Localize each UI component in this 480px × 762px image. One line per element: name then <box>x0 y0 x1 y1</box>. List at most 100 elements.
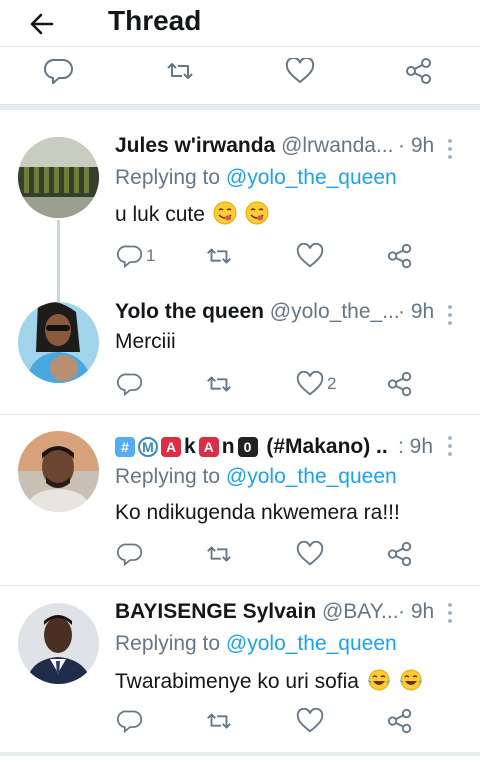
tweet-header: BAYISENGE Sylvain @BAY... <box>115 600 445 630</box>
tweet-text: u luk cute <box>115 201 269 227</box>
share-button[interactable] <box>386 369 414 399</box>
reply-icon <box>44 58 73 84</box>
arrow-left-icon <box>30 13 54 35</box>
tears-of-joy-emoji <box>399 669 422 691</box>
replying-to: Replying to @yolo_the_queen <box>115 632 397 655</box>
share-icon <box>387 243 412 269</box>
retweet-icon <box>207 713 231 729</box>
tweet-actions <box>0 706 480 736</box>
avatar[interactable] <box>18 603 99 684</box>
face-savoring-emoji <box>245 201 269 225</box>
reply-button[interactable] <box>117 539 143 569</box>
face-savoring-emoji <box>213 201 237 225</box>
user-handle[interactable]: @yolo_the_... <box>270 300 400 323</box>
avatar-image <box>18 431 99 512</box>
display-name[interactable]: # M Ak An 0 (#Makano) .. <box>115 435 388 458</box>
tweet-actions: 2 <box>0 369 480 399</box>
tweet-header: # M Ak An 0 (#Makano) .. <box>115 435 405 465</box>
tears-of-joy-emoji <box>367 669 390 691</box>
tweet-text: Merciii <box>115 330 176 353</box>
share-button[interactable] <box>386 539 414 569</box>
reply-button[interactable] <box>117 706 143 736</box>
reply-icon <box>117 543 143 567</box>
timestamp: · 9h <box>398 600 435 623</box>
user-handle[interactable]: @BAY... <box>322 600 399 623</box>
share-icon <box>387 371 412 397</box>
back-button[interactable] <box>24 6 60 42</box>
display-name[interactable]: BAYISENGE Sylvain <box>115 600 316 623</box>
like-button[interactable] <box>296 706 324 736</box>
top-divider <box>0 46 480 47</box>
more-options-button[interactable] <box>446 601 454 625</box>
tweet-actions <box>0 539 480 569</box>
reply-icon <box>117 245 143 269</box>
tweet-jules[interactable]: Jules w'irwanda @lrwanda... · 9h Replyin… <box>0 112 480 304</box>
tweet-makano[interactable]: # M Ak An 0 (#Makano) .. : 9h Replying to @y… <box>0 415 480 585</box>
like-button[interactable]: 2 <box>296 369 336 399</box>
reply-mention-link[interactable]: @yolo_the_queen <box>226 166 397 189</box>
like-button[interactable] <box>296 539 324 569</box>
retweet-icon <box>207 248 231 264</box>
retweet-button[interactable] <box>204 539 234 569</box>
display-name[interactable]: Yolo the queen <box>115 300 264 323</box>
tweet-yolo[interactable]: Yolo the queen @yolo_the_... · 9h Mercii… <box>0 288 480 414</box>
user-handle[interactable]: @lrwanda... <box>281 134 393 157</box>
heart-icon <box>285 58 315 84</box>
avatar[interactable] <box>18 431 99 512</box>
reply-button[interactable]: 1 <box>117 241 155 271</box>
previous-tweet-actions <box>0 58 480 88</box>
page-title: Thread <box>108 5 202 36</box>
more-vertical-icon <box>448 436 452 456</box>
heart-icon <box>296 243 324 268</box>
share-icon <box>387 541 412 567</box>
retweet-icon <box>207 376 231 392</box>
like-button[interactable] <box>296 241 324 271</box>
tweet-actions: 1 <box>0 241 480 271</box>
tweet-text: Ko ndikugenda nkwemera ra!!! <box>115 501 400 524</box>
timestamp: · 9h <box>398 134 435 157</box>
retweet-button[interactable] <box>204 369 234 399</box>
tweet-header: Jules w'irwanda @lrwanda... <box>115 134 445 164</box>
tweet-bayisenge[interactable]: BAYISENGE Sylvain @BAY... · 9h Replying … <box>0 586 480 752</box>
reply-button[interactable] <box>44 56 74 86</box>
top-bar: Thread <box>0 0 480 46</box>
more-options-button[interactable] <box>446 303 454 327</box>
reply-mention-link[interactable]: @yolo_the_queen <box>226 632 397 655</box>
timestamp: · 9h <box>398 300 435 323</box>
section-divider <box>0 104 480 110</box>
retweet-icon <box>167 63 193 79</box>
bottom-divider <box>0 752 480 756</box>
replying-to: Replying to @yolo_the_queen <box>115 166 397 189</box>
retweet-button[interactable] <box>204 241 234 271</box>
tweet-header: Yolo the queen @yolo_the_... <box>115 300 445 330</box>
share-icon <box>406 58 431 84</box>
reply-button[interactable] <box>117 369 146 399</box>
heart-icon <box>296 708 324 733</box>
replying-to: Replying to @yolo_the_queen <box>115 465 397 488</box>
share-button[interactable] <box>386 241 414 271</box>
avatar[interactable] <box>18 137 99 218</box>
more-options-button[interactable] <box>446 434 454 458</box>
avatar-image <box>18 603 99 684</box>
retweet-button[interactable] <box>164 56 196 86</box>
reply-count: 1 <box>146 246 156 265</box>
more-vertical-icon <box>448 305 452 325</box>
like-count: 2 <box>327 374 337 393</box>
reply-icon <box>117 710 143 734</box>
reply-mention-link[interactable]: @yolo_the_queen <box>226 465 397 488</box>
avatar-image <box>18 137 99 218</box>
timestamp: : 9h <box>398 435 434 458</box>
reply-icon <box>117 373 143 397</box>
share-icon <box>387 708 412 734</box>
heart-icon <box>296 371 324 396</box>
more-vertical-icon <box>448 139 452 159</box>
display-name[interactable]: Jules w'irwanda <box>115 134 275 157</box>
share-button[interactable] <box>404 56 434 86</box>
retweet-icon <box>207 546 231 562</box>
retweet-button[interactable] <box>204 706 234 736</box>
share-button[interactable] <box>386 706 414 736</box>
tweet-text: Twarabimenye ko uri sofia <box>115 668 423 694</box>
like-button[interactable] <box>285 56 315 86</box>
more-options-button[interactable] <box>446 137 454 161</box>
heart-icon <box>296 541 324 566</box>
